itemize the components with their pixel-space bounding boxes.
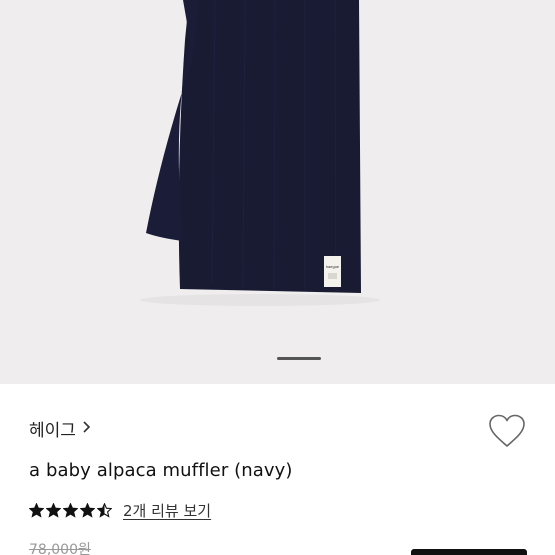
heart-outline-icon	[489, 414, 525, 447]
original-price: 78,000원	[29, 542, 91, 555]
product-image-gallery[interactable]: haegue	[0, 0, 555, 384]
wishlist-button[interactable]	[487, 413, 527, 449]
product-title: a baby alpaca muffler (navy)	[29, 460, 293, 481]
star-icon	[29, 503, 44, 518]
star-icon	[80, 503, 95, 518]
product-photo: haegue	[140, 0, 380, 306]
star-icon	[63, 503, 78, 518]
product-tag-text: haegue	[326, 264, 340, 269]
gallery-page-indicator[interactable]	[277, 357, 321, 360]
rating-row: 2개 리뷰 보기	[29, 500, 211, 521]
brand-name: 헤이그	[29, 421, 76, 441]
rating-stars	[29, 503, 114, 518]
star-icon	[97, 503, 112, 518]
buy-button[interactable]	[411, 549, 527, 555]
review-link[interactable]: 2개 리뷰 보기	[123, 500, 211, 521]
product-detail-page: haegue 헤이그 a baby alpaca muffler (navy) …	[0, 0, 555, 555]
chevron-right-icon	[82, 419, 91, 439]
brand-link[interactable]: 헤이그	[29, 416, 91, 441]
star-icon	[46, 503, 61, 518]
